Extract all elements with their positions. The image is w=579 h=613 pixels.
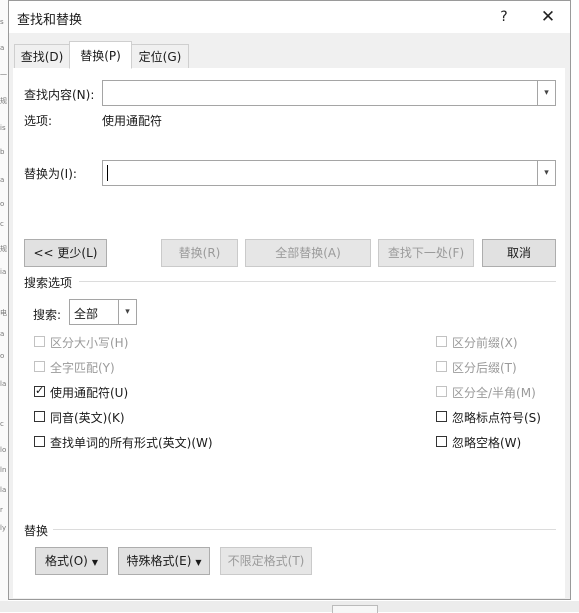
ignore-space-checkbox[interactable] — [436, 436, 447, 447]
divider — [79, 281, 556, 282]
dropdown-arrow-icon: ▼ — [195, 558, 202, 567]
chevron-down-icon[interactable]: ▾ — [537, 81, 555, 105]
replace-panel: 查找内容(N): ▾ 选项: 使用通配符 替换为(I): ▾ << 更少(L) … — [13, 68, 565, 598]
replace-all-button[interactable]: 全部替换(A) — [245, 239, 371, 267]
sounds-like-label: 同音(英文)(K) — [50, 411, 125, 425]
checkmark-icon: ✓ — [35, 384, 45, 397]
help-icon[interactable]: ? — [482, 1, 526, 33]
search-direction-select[interactable]: 全部 ▾ — [69, 299, 137, 325]
replace-input[interactable]: ▾ — [102, 160, 556, 186]
match-prefix-label: 区分前缀(X) — [452, 336, 518, 350]
width-checkbox[interactable] — [436, 386, 447, 397]
whole-word-checkbox[interactable] — [34, 361, 45, 372]
divider — [53, 529, 556, 530]
find-replace-dialog: 查找和替换 ? ✕ 查找(D) 替换(P) 定位(G) 查找内容(N): ▾ 选… — [8, 0, 571, 600]
title-bar: 查找和替换 ? ✕ — [9, 1, 570, 33]
ignore-punctuation-label: 忽略标点符号(S) — [452, 411, 541, 425]
match-prefix-checkbox[interactable] — [436, 336, 447, 347]
background-document: sa一 规 is b aoc 规 ia 电 a o la c lo ln la r ly — [0, 0, 8, 612]
special-label: 特殊格式(E) — [126, 554, 192, 568]
tab-goto[interactable]: 定位(G) — [131, 44, 189, 68]
match-suffix-checkbox[interactable] — [436, 361, 447, 372]
dropdown-arrow-icon: ▼ — [91, 558, 98, 567]
sounds-like-checkbox[interactable] — [34, 411, 45, 422]
tab-find[interactable]: 查找(D) — [14, 44, 70, 68]
replace-section-title: 替换 — [24, 524, 49, 538]
tab-replace[interactable]: 替换(P) — [69, 41, 132, 69]
match-suffix-label: 区分后缀(T) — [452, 361, 517, 375]
ignore-punctuation-checkbox[interactable] — [436, 411, 447, 422]
ignore-space-label: 忽略空格(W) — [452, 436, 522, 450]
format-label: 格式(O) — [45, 554, 88, 568]
replace-button[interactable]: 替换(R) — [161, 239, 238, 267]
cancel-button[interactable]: 取消 — [482, 239, 556, 267]
width-label: 区分全/半角(M) — [452, 386, 536, 400]
special-button[interactable]: 特殊格式(E) ▼ — [118, 547, 210, 575]
format-button[interactable]: 格式(O) ▼ — [35, 547, 108, 575]
chevron-down-icon[interactable]: ▾ — [537, 161, 555, 185]
no-formatting-button[interactable]: 不限定格式(T) — [220, 547, 312, 575]
search-options-title: 搜索选项 — [24, 276, 73, 290]
dialog-title: 查找和替换 — [17, 13, 83, 28]
find-label: 查找内容(N): — [24, 88, 95, 102]
options-value: 使用通配符 — [102, 114, 163, 128]
all-word-forms-label: 查找单词的所有形式(英文)(W) — [50, 436, 213, 450]
search-label: 搜索: — [33, 308, 62, 322]
wildcards-checkbox[interactable]: ✓ — [34, 384, 45, 397]
replace-label: 替换为(I): — [24, 167, 77, 181]
match-case-label: 区分大小写(H) — [50, 336, 129, 350]
less-button[interactable]: << 更少(L) — [24, 239, 107, 267]
whole-word-label: 全字匹配(Y) — [50, 361, 115, 375]
text-caret — [107, 165, 108, 181]
all-word-forms-checkbox[interactable] — [34, 436, 45, 447]
background-strip — [0, 601, 579, 613]
chevron-down-icon[interactable]: ▾ — [118, 300, 136, 324]
find-input[interactable]: ▾ — [102, 80, 556, 106]
close-icon[interactable]: ✕ — [526, 1, 570, 33]
search-direction-value: 全部 — [74, 307, 99, 321]
match-case-checkbox[interactable] — [34, 336, 45, 347]
options-label: 选项: — [24, 114, 53, 128]
find-next-button[interactable]: 查找下一处(F) — [378, 239, 474, 267]
wildcards-label: 使用通配符(U) — [50, 386, 129, 400]
